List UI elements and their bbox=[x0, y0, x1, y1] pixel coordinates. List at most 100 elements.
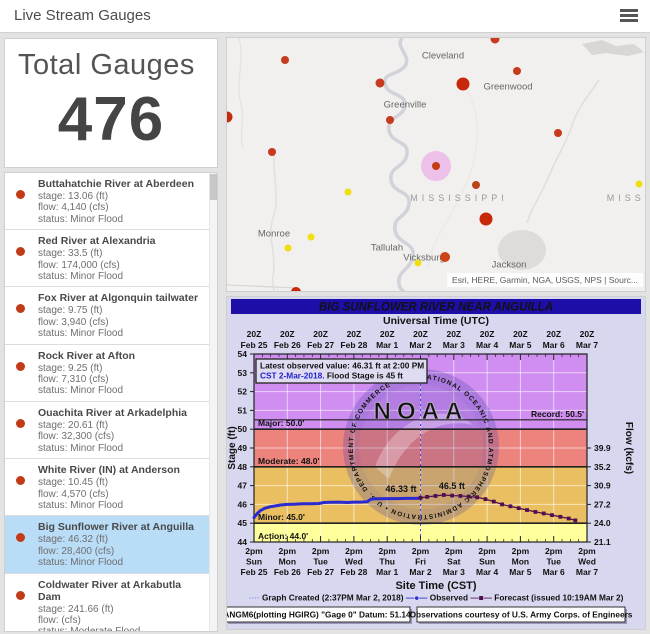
gauge-map-marker[interactable] bbox=[472, 181, 480, 189]
stage-tick-label: 53 bbox=[238, 368, 248, 378]
utc-tick-date: Feb 25 bbox=[241, 340, 268, 350]
selected-gauge-marker[interactable] bbox=[432, 162, 440, 170]
list-item[interactable]: Big Sunflower River at Anguillastage: 46… bbox=[5, 516, 217, 573]
gauge-status-dot-icon bbox=[16, 247, 25, 256]
gauge-list-panel: Buttahatchie River at Aberdeenstage: 13.… bbox=[4, 172, 218, 632]
gauge-map-marker[interactable] bbox=[376, 79, 385, 88]
gauge-status: status: Minor Flood bbox=[38, 214, 203, 225]
cst-tick-date: Mar 2 bbox=[409, 567, 431, 577]
gauge-status: status: Minor Flood bbox=[38, 443, 203, 454]
utc-tick-date: Feb 27 bbox=[307, 340, 334, 350]
credits-box-text: Observations courtesy of U.S. Army Corps… bbox=[410, 610, 633, 620]
forecast-peak-label: 46.5 ft bbox=[439, 481, 465, 491]
gauge-map-marker[interactable] bbox=[554, 129, 562, 137]
gauge-map-marker[interactable] bbox=[513, 67, 521, 75]
stage-tick-label: 46 bbox=[238, 499, 248, 509]
list-item[interactable]: Coldwater River at Arkabutla Damstage: 2… bbox=[5, 574, 217, 632]
gauge-map-marker[interactable] bbox=[291, 287, 301, 292]
cst-tick-date: Feb 28 bbox=[340, 567, 367, 577]
cst-tick-day: Sun bbox=[246, 557, 262, 567]
gauge-flow: flow: 32,300 (cfs) bbox=[38, 431, 203, 442]
gauge-map-marker[interactable] bbox=[268, 148, 276, 156]
gauge-map-marker[interactable] bbox=[457, 78, 470, 91]
cst-tick-day: Wed bbox=[578, 557, 596, 567]
list-item[interactable]: Ouachita River at Arkadelphiastage: 20.6… bbox=[5, 402, 217, 459]
gauge-map-marker[interactable] bbox=[415, 260, 422, 267]
gauge-map-marker[interactable] bbox=[440, 252, 450, 262]
hydrograph-chart: BIG SUNFLOWER RIVER NEAR ANGUILLAUnivers… bbox=[227, 297, 645, 629]
forecast-point bbox=[425, 495, 429, 499]
list-scrollbar-thumb[interactable] bbox=[210, 174, 217, 200]
total-gauges-title: Total Gauges bbox=[18, 49, 217, 82]
gauge-stage: stage: 241.66 (ft) bbox=[38, 604, 203, 615]
gauge-map-marker[interactable] bbox=[386, 116, 394, 124]
gauge-name: Red River at Alexandria bbox=[38, 235, 203, 247]
gauge-name: Fox River at Algonquin tailwater bbox=[38, 292, 203, 304]
city-label: Jackson bbox=[492, 260, 527, 271]
gauge-flow: flow: (cfs) bbox=[38, 615, 203, 626]
gauge-status-dot-icon bbox=[16, 190, 25, 199]
hamburger-menu-icon[interactable] bbox=[620, 9, 638, 23]
list-item[interactable]: Red River at Alexandriastage: 33.5 (ft)f… bbox=[5, 230, 217, 287]
list-item[interactable]: Buttahatchie River at Aberdeenstage: 13.… bbox=[5, 173, 217, 230]
utc-tick-hour: 20Z bbox=[580, 329, 595, 339]
gauge-map-marker[interactable] bbox=[281, 56, 289, 64]
gauge-status: status: Minor Flood bbox=[38, 385, 203, 396]
gauge-flow: flow: 174,000 (cfs) bbox=[38, 260, 203, 271]
stage-tick-label: 50 bbox=[238, 424, 248, 434]
cst-tick-time: 2pm bbox=[478, 546, 496, 556]
stage-tick-label: 49 bbox=[238, 443, 248, 453]
utc-tick-date: Mar 5 bbox=[509, 340, 531, 350]
city-label: Vicksburg bbox=[403, 253, 445, 264]
list-item[interactable]: White River (IN) at Andersonstage: 10.45… bbox=[5, 459, 217, 516]
gauge-status-dot-icon bbox=[16, 362, 25, 371]
cst-tick-time: 2pm bbox=[412, 546, 430, 556]
gauge-name: Coldwater River at Arkabutla Dam bbox=[38, 579, 203, 603]
gauge-stage: stage: 33.5 (ft) bbox=[38, 248, 203, 259]
threshold-label-major: Major: 50.0' bbox=[258, 418, 304, 428]
forecast-point bbox=[517, 506, 521, 510]
gauge-flow: flow: 4,140 (cfs) bbox=[38, 202, 203, 213]
bottom-axis-title: Site Time (CST) bbox=[395, 580, 476, 592]
utc-tick-hour: 20Z bbox=[247, 329, 262, 339]
gauge-stage: stage: 46.32 (ft) bbox=[38, 534, 203, 545]
gauge-map-marker[interactable] bbox=[285, 245, 292, 252]
cst-tick-time: 2pm bbox=[445, 546, 463, 556]
forecast-point bbox=[459, 494, 463, 498]
gauge-map-marker[interactable] bbox=[480, 213, 493, 226]
gauge-name: White River (IN) at Anderson bbox=[38, 464, 203, 476]
app-header: Live Stream Gauges bbox=[0, 0, 650, 33]
selected-gauge-highlight[interactable] bbox=[421, 151, 451, 181]
map-panel[interactable]: ClevelandGreenwoodGreenvilleMonroeTallul… bbox=[226, 37, 646, 292]
list-item[interactable]: Rock River at Aftonstage: 9.25 (ft)flow:… bbox=[5, 345, 217, 402]
utc-tick-hour: 20Z bbox=[480, 329, 495, 339]
city-label: Monroe bbox=[258, 229, 290, 240]
cst-tick-time: 2pm bbox=[578, 546, 596, 556]
cst-tick-date: Mar 7 bbox=[576, 567, 598, 577]
page-title: Live Stream Gauges bbox=[14, 7, 151, 24]
gauge-map-marker[interactable] bbox=[308, 234, 315, 241]
gauge-map-marker[interactable] bbox=[345, 189, 352, 196]
cst-tick-day: Mon bbox=[279, 557, 296, 567]
gauge-status-dot-icon bbox=[16, 419, 25, 428]
gauge-map-marker[interactable] bbox=[491, 37, 500, 44]
gauge-name: Ouachita River at Arkadelphia bbox=[38, 407, 203, 419]
list-scrollbar[interactable] bbox=[209, 173, 217, 631]
cst-tick-time: 2pm bbox=[512, 546, 530, 556]
gauge-map-marker[interactable] bbox=[226, 112, 233, 123]
observed-value-label: 46.33 ft bbox=[385, 484, 416, 494]
cst-tick-date: Mar 4 bbox=[476, 567, 498, 577]
cst-tick-day: Mon bbox=[512, 557, 529, 567]
flow-tick-label: 24.0 bbox=[594, 518, 611, 528]
gauge-map-marker[interactable] bbox=[636, 181, 643, 188]
list-item[interactable]: Fox River at Algonquin tailwaterstage: 9… bbox=[5, 287, 217, 344]
cst-tick-date: Feb 25 bbox=[241, 567, 268, 577]
forecast-point bbox=[558, 515, 562, 519]
stage-axis-title: Stage (ft) bbox=[227, 426, 238, 469]
utc-tick-hour: 20Z bbox=[313, 329, 328, 339]
gauge-flow: flow: 4,570 (cfs) bbox=[38, 489, 203, 500]
gauge-stage: stage: 10.45 (ft) bbox=[38, 477, 203, 488]
total-gauges-card: Total Gauges 476 bbox=[4, 38, 218, 168]
forecast-point bbox=[492, 500, 496, 504]
forecast-point bbox=[484, 497, 488, 501]
